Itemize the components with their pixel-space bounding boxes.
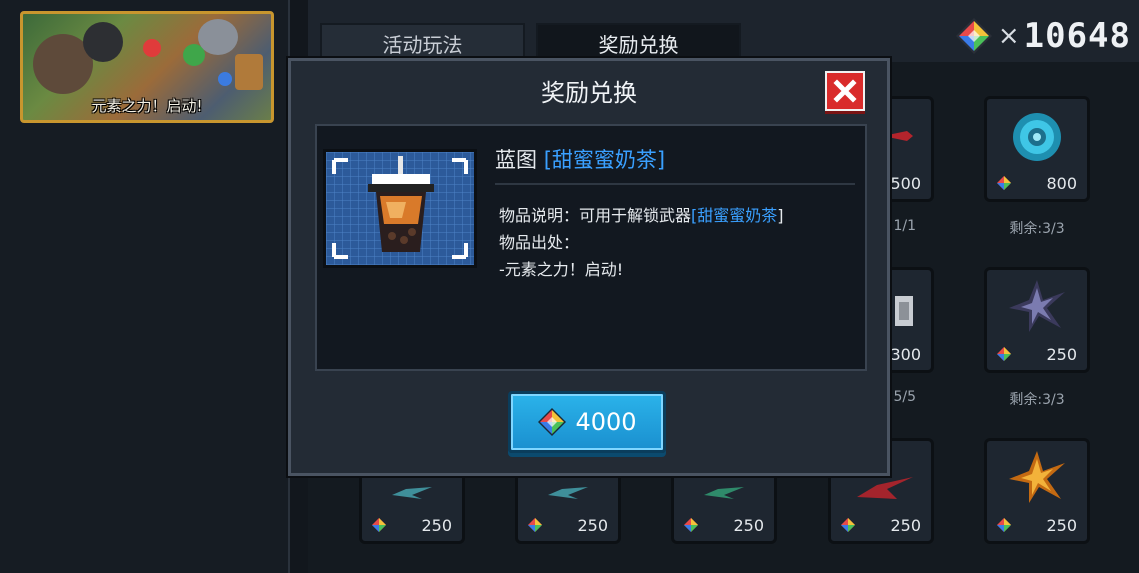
teal-weapon-icon xyxy=(392,487,432,499)
rainbow-gem-icon xyxy=(997,518,1011,532)
slot-price: 250 xyxy=(577,516,608,535)
shop-slot[interactable]: 800 xyxy=(984,96,1090,202)
event-banner-card[interactable]: 元素之力！启动! xyxy=(20,11,274,123)
blue-orb-icon xyxy=(1013,113,1061,161)
slot-price: 250 xyxy=(890,516,921,535)
shop-slot[interactable]: 250 xyxy=(984,267,1090,373)
slot-remaining: 剩余:3/3 xyxy=(1009,221,1065,237)
slot-price: 300 xyxy=(890,345,921,364)
left-sidebar: 元素之力！启动! xyxy=(0,0,290,573)
gray-block-icon xyxy=(895,296,913,326)
rainbow-gem-icon xyxy=(841,518,855,532)
reward-exchange-dialog: 奖励兑换 蓝图 [甜蜜蜜奶茶] 物品说明：可用于解锁武器[甜蜜蜜奶茶] 物品出处… xyxy=(288,58,890,476)
source-value: -元素之力！启动! xyxy=(499,260,624,279)
element-orb-icon xyxy=(143,39,161,57)
exchange-button[interactable]: 4000 xyxy=(508,391,666,453)
green-weapon-icon xyxy=(704,487,744,499)
currency-display: × 10648 xyxy=(954,14,1131,58)
element-orb-icon xyxy=(218,72,232,86)
item-type-label: 蓝图 xyxy=(495,148,544,172)
teal-weapon-icon xyxy=(548,487,588,499)
orange-crystal-icon xyxy=(1009,451,1065,503)
close-button[interactable] xyxy=(825,71,865,111)
source-label: 物品出处： xyxy=(499,233,580,252)
close-icon xyxy=(833,79,857,103)
slot-price: 250 xyxy=(733,516,764,535)
character-art xyxy=(235,54,263,90)
currency-multiplier: × xyxy=(997,21,1020,51)
slot-price: 500 xyxy=(890,174,921,193)
character-art xyxy=(83,22,123,62)
rainbow-gem-icon xyxy=(997,176,1011,190)
slot-price: 250 xyxy=(1046,516,1077,535)
item-description: 物品说明：可用于解锁武器[甜蜜蜜奶茶] 物品出处： -元素之力！启动! xyxy=(499,202,839,283)
item-name-highlight: 甜蜜蜜奶茶 xyxy=(551,148,657,172)
desc-close-bracket: ] xyxy=(777,206,784,225)
currency-amount: 10648 xyxy=(1023,16,1131,56)
bubble-tea-blueprint-icon xyxy=(326,152,474,265)
item-preview xyxy=(323,149,477,268)
item-info-panel: 蓝图 [甜蜜蜜奶茶] 物品说明：可用于解锁武器[甜蜜蜜奶茶] 物品出处： -元素… xyxy=(315,124,867,371)
rainbow-gem-icon xyxy=(684,518,698,532)
dialog-title: 奖励兑换 xyxy=(541,79,637,107)
tab-event-gameplay[interactable]: 活动玩法 xyxy=(320,23,525,63)
divider xyxy=(495,183,855,185)
item-name-close-bracket: ] xyxy=(656,148,666,172)
tab-reward-exchange[interactable]: 奖励兑换 xyxy=(536,23,741,63)
desc-highlight: 甜蜜蜜奶茶 xyxy=(697,206,778,225)
slot-price: 250 xyxy=(421,516,452,535)
slot-remaining: 剩余:3/3 xyxy=(1009,392,1065,408)
character-art xyxy=(198,19,238,55)
slot-price: 800 xyxy=(1046,174,1077,193)
event-caption: 元素之力！启动! xyxy=(91,97,203,115)
rainbow-gem-icon xyxy=(372,518,386,532)
rainbow-gem-icon xyxy=(538,408,567,436)
rainbow-gem-icon xyxy=(997,347,1011,361)
desc-label: 物品说明：可用于解锁武器 xyxy=(499,206,692,225)
shop-slot[interactable]: 250 xyxy=(984,438,1090,544)
item-name-open-bracket: [ xyxy=(543,148,552,172)
rainbow-gem-icon xyxy=(955,18,992,54)
dark-crystal-icon xyxy=(1009,280,1065,332)
item-name: 蓝图 [甜蜜蜜奶茶] xyxy=(495,144,665,174)
exchange-cost: 4000 xyxy=(575,408,637,436)
red-weapon-icon xyxy=(857,477,913,499)
slot-price: 250 xyxy=(1046,345,1077,364)
rainbow-gem-icon xyxy=(528,518,542,532)
